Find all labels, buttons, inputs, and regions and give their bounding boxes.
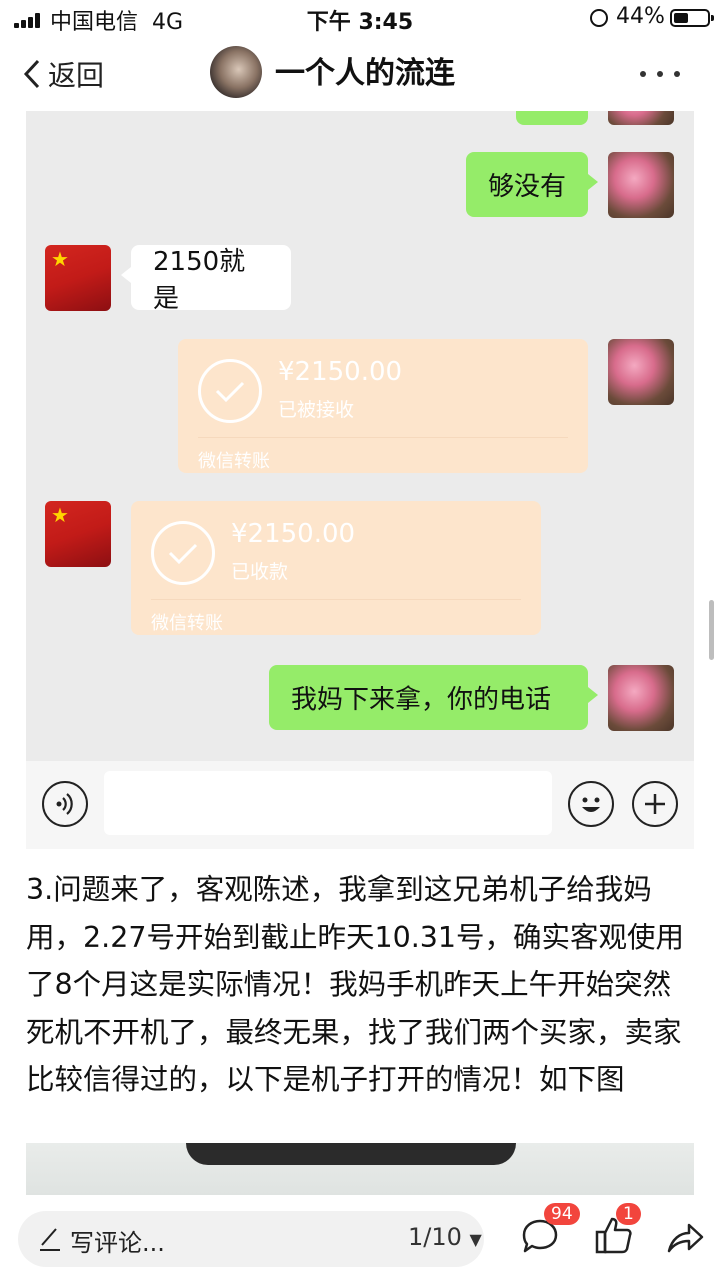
pen-icon xyxy=(40,1228,60,1251)
page-indicator: 1/10 xyxy=(408,1223,462,1251)
check-circle-icon xyxy=(151,521,215,585)
voice-icon xyxy=(42,781,88,827)
like-count-badge: 1 xyxy=(616,1203,641,1225)
post-image[interactable] xyxy=(26,1143,694,1195)
comment-placeholder: 写评论... xyxy=(70,1229,165,1257)
emoji-icon xyxy=(568,781,614,827)
transfer-amount: ¥2150.00 xyxy=(231,519,356,549)
message-bubble-sent: 我妈下来拿，你的电话 xyxy=(269,665,598,730)
message-bubble-sent: 够没有 xyxy=(466,152,598,217)
caret-down-icon: ▼ xyxy=(469,1230,482,1249)
back-label: 返回 xyxy=(48,59,105,92)
check-circle-icon xyxy=(198,359,262,423)
comment-input[interactable]: 写评论... 1/10 ▼ xyxy=(18,1211,484,1267)
chat-screenshot[interactable]: 够没有 ★ 2150就是 ¥2150.00 已被接收 微信转账 ★ ¥2150.… xyxy=(26,111,694,761)
transfer-footer: 微信转账 xyxy=(198,451,270,472)
chevron-left-icon xyxy=(23,59,40,89)
transfer-amount: ¥2150.00 xyxy=(278,357,403,387)
status-bar: 中国电信 4G 下午 3:45 44% xyxy=(0,0,720,36)
transfer-card-received: ¥2150.00 已收款 微信转账 xyxy=(131,501,541,635)
like-button[interactable]: 1 xyxy=(592,1203,641,1261)
partial-message-bubble xyxy=(516,111,588,125)
transfer-card-sent: ¥2150.00 已被接收 微信转账 xyxy=(178,339,588,473)
contact-avatar: ★ xyxy=(45,245,111,311)
bottom-action-bar: 写评论... 1/10 ▼ 94 1 xyxy=(0,1195,720,1280)
plus-icon xyxy=(632,781,678,827)
self-avatar xyxy=(608,339,674,405)
transfer-footer: 微信转账 xyxy=(151,613,223,634)
page-title[interactable]: 一个人的流连 xyxy=(275,52,455,96)
scroll-indicator[interactable] xyxy=(709,600,714,660)
comment-button[interactable]: 94 xyxy=(518,1203,580,1263)
back-button[interactable]: 返回 xyxy=(22,52,104,96)
transfer-status: 已收款 xyxy=(231,561,289,583)
chat-input-bar xyxy=(26,761,694,849)
share-button[interactable] xyxy=(664,1217,708,1261)
orientation-lock-icon xyxy=(590,9,608,27)
share-icon xyxy=(667,1223,704,1253)
more-icon[interactable] xyxy=(640,64,680,84)
transfer-status: 已被接收 xyxy=(278,399,355,421)
battery-percent: 44% xyxy=(616,4,665,29)
page-selector[interactable]: 1/10 ▼ xyxy=(408,1223,482,1251)
battery-icon xyxy=(670,9,714,27)
contact-avatar: ★ xyxy=(45,501,111,567)
author-avatar[interactable] xyxy=(210,46,262,98)
message-bubble-received: 2150就是 xyxy=(121,245,291,314)
comment-count-badge: 94 xyxy=(544,1203,580,1225)
status-time: 下午 3:45 xyxy=(306,10,414,35)
self-avatar xyxy=(608,665,674,731)
post-body-text: 3.问题来了，客观陈述，我拿到这兄弟机子给我妈用，2.27号开始到截止昨天10.… xyxy=(26,873,685,1096)
self-avatar xyxy=(608,152,674,218)
chat-text-field xyxy=(104,771,552,835)
self-avatar xyxy=(608,111,674,125)
